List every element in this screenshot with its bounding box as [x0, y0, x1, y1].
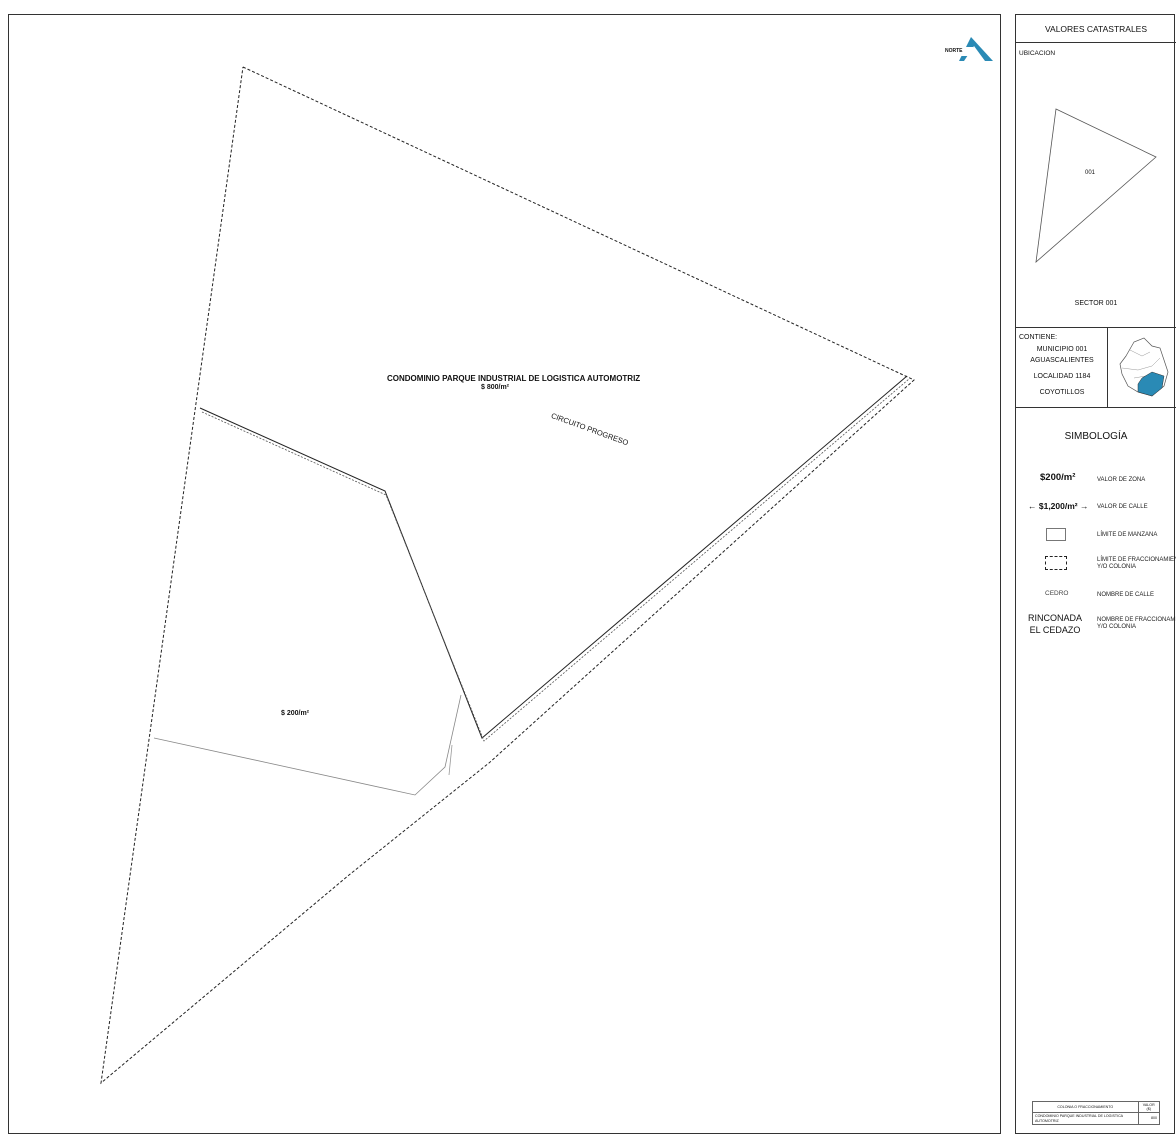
condominio-name: CONDOMINIO PARQUE INDUSTRIAL DE LOGISTIC… [387, 374, 641, 383]
legend-subdivision-swatch [1045, 556, 1067, 570]
values-table-cell-colony: CONDOMINIO PARQUE INDUSTRIAL DE LOGISTIC… [1032, 1112, 1139, 1125]
legend-block-swatch [1046, 528, 1066, 541]
contains-label: CONTIENE: [1019, 334, 1058, 341]
panel-title: VALORES CATASTRALES [1044, 24, 1148, 34]
condominio-block-inner [201, 378, 910, 742]
legend-colony-sample-1: RINCONADA [1027, 613, 1082, 623]
values-table: COLONIA O FRACCIONAMIENTO VALOR ($) COND… [1032, 1100, 1160, 1125]
table-row: CONDOMINIO PARQUE INDUSTRIAL DE LOGISTIC… [1032, 1112, 1160, 1125]
contains-place: COYOTILLOS [1039, 389, 1085, 396]
legend-street-name-desc: NOMBRE DE CALLE [1097, 592, 1155, 598]
subdivision-boundary [100, 66, 915, 1085]
legend-zone-desc: VALOR DE ZONA [1097, 477, 1146, 483]
municipality-locator-map [1119, 337, 1169, 397]
legend-street-name-sample: CEDRO [1045, 590, 1069, 597]
north-label: NORTE [945, 48, 963, 54]
condominio-block [199, 375, 908, 739]
sector-locator-map [1035, 108, 1157, 263]
values-table-header: COLONIA O FRACCIONAMIENTO VALOR ($) [1032, 1100, 1160, 1114]
values-table-cell-value: 800 [1137, 1112, 1160, 1125]
legend-block-desc: LÍMITE DE MANZANA [1097, 532, 1158, 538]
contains-municipality: MUNICIPIO 001 [1036, 346, 1088, 353]
street-edge [448, 744, 453, 776]
sector-marker: 001 [1085, 170, 1096, 176]
map-canvas[interactable] [9, 15, 1002, 1135]
sector-label: SECTOR 001 [1074, 300, 1118, 307]
contains-locality: LOCALIDAD 1184 [1033, 373, 1091, 380]
condominio-value: $ 800/m² [481, 384, 510, 391]
legend-subdivision-desc-2: Y/O COLONIA [1097, 564, 1137, 570]
legend-zone-sample: $200/m² [1040, 472, 1076, 483]
zone-value: $ 200/m² [281, 710, 310, 717]
contains-state: AGUASCALIENTES [1030, 357, 1094, 364]
legend-title: SIMBOLOGÍA [1064, 431, 1128, 442]
legend-panel: VALORES CATASTRALES UBICACION 001 SECTOR… [1015, 14, 1176, 1134]
legend-colony-desc-2: Y/O COLONIA [1097, 624, 1137, 630]
map-frame: NORTE CONDOMINIO PARQUE INDUSTRIAL DE LO… [8, 14, 1001, 1134]
legend-street-value-sample: ← $1,200/m² → [1028, 501, 1089, 511]
legend-colony-sample-2: EL CEDAZO [1029, 625, 1081, 635]
legend-street-value-desc: VALOR DE CALLE [1097, 504, 1148, 510]
values-table-header-value: VALOR ($) [1137, 1100, 1160, 1114]
values-table-header-colony: COLONIA O FRACCIONAMIENTO [1032, 1100, 1139, 1114]
